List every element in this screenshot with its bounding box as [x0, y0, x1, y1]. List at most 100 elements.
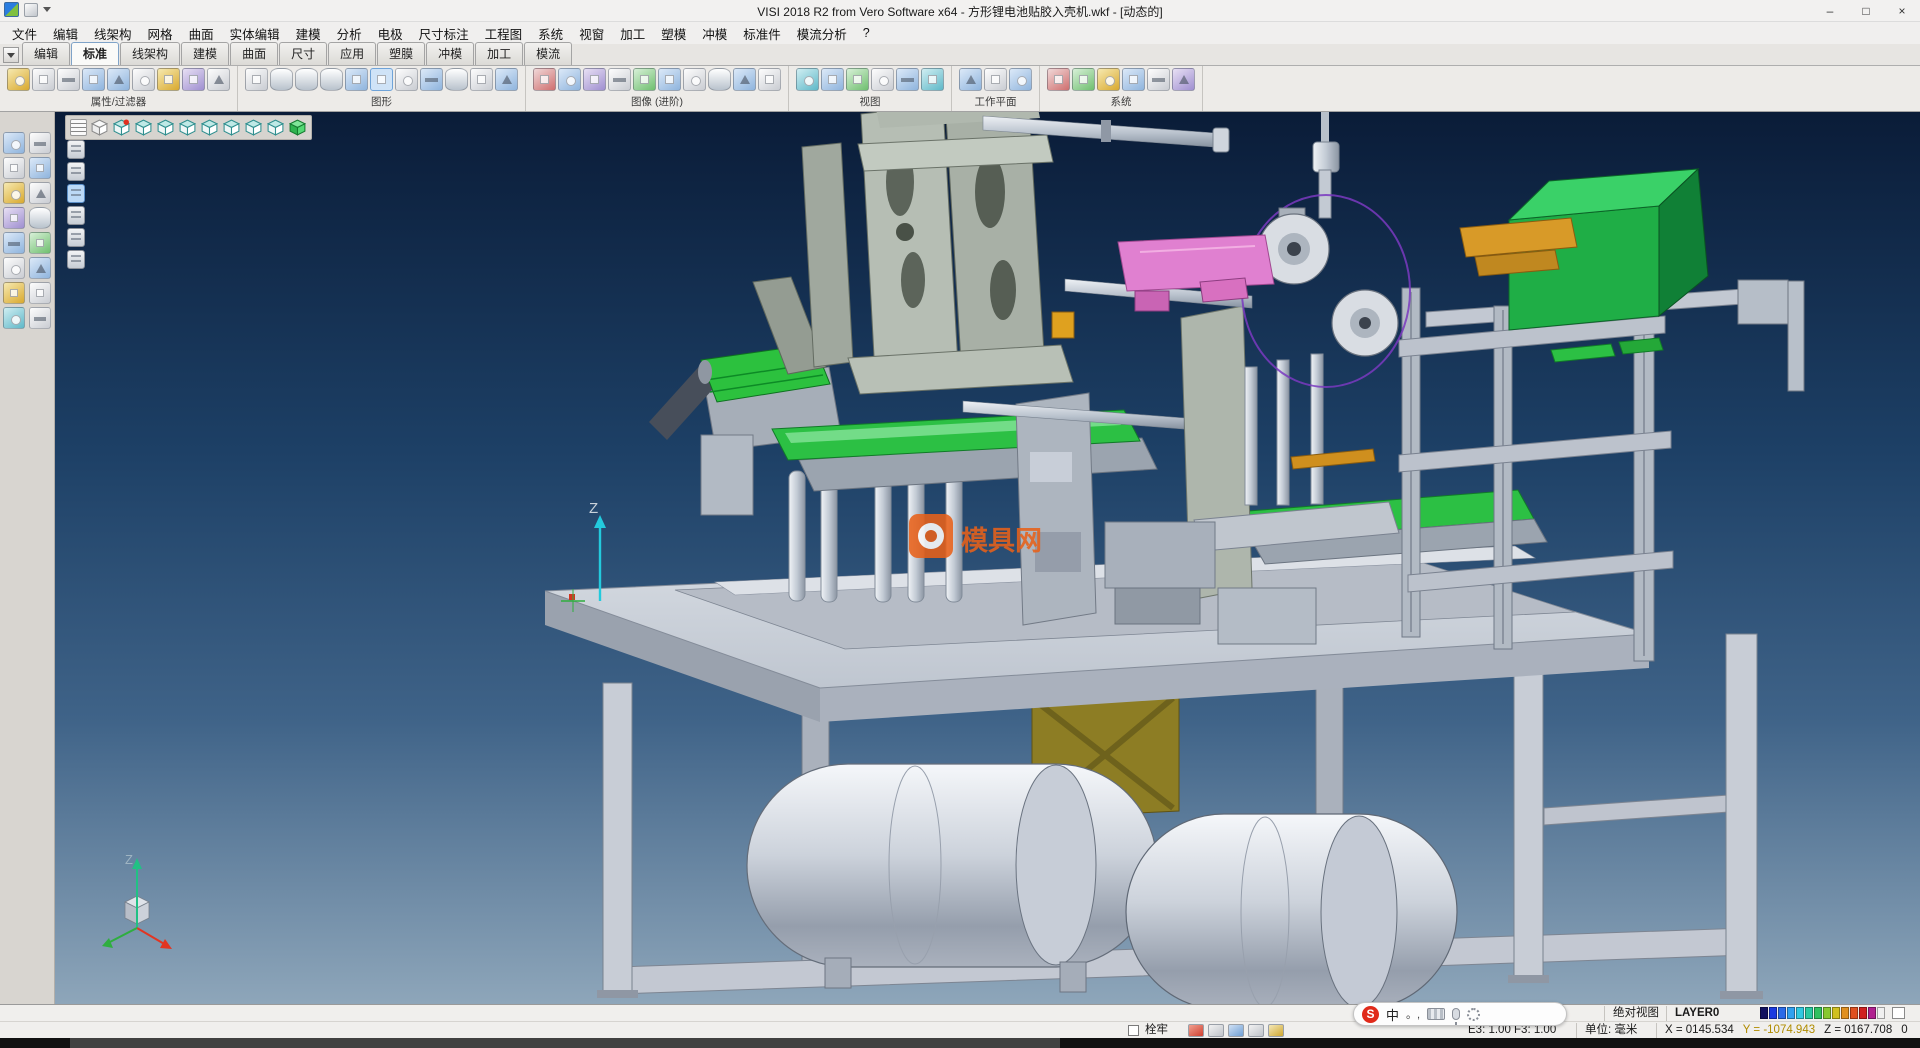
toolbar-icon-selected[interactable] — [370, 68, 393, 91]
toolbar-icon[interactable] — [658, 68, 681, 91]
filter-icon[interactable] — [107, 68, 130, 91]
sidebar-tool-icon[interactable] — [3, 157, 25, 179]
snap-icon[interactable] — [1228, 1024, 1244, 1037]
toolbar-icon[interactable] — [245, 68, 268, 91]
toolbar-icon[interactable] — [207, 68, 230, 91]
sidebar-tool-icon[interactable] — [3, 282, 25, 304]
lock-checkbox[interactable] — [1128, 1025, 1139, 1036]
tab-dimension[interactable]: 尺寸 — [279, 42, 327, 65]
color-swatch[interactable] — [1778, 1007, 1786, 1019]
tab-wireframe[interactable]: 线架构 — [120, 42, 180, 65]
menu-item-machining[interactable]: 加工 — [612, 22, 653, 45]
section-tool-icon[interactable] — [67, 250, 85, 269]
cylinder-icon[interactable] — [320, 68, 343, 91]
color-swatch[interactable] — [1832, 1007, 1840, 1019]
color-swatch[interactable] — [1796, 1007, 1804, 1019]
toolbar-icon[interactable] — [758, 68, 781, 91]
close-button[interactable]: × — [1884, 0, 1920, 22]
sidebar-tool-icon[interactable] — [29, 207, 51, 229]
tab-surface[interactable]: 曲面 — [230, 42, 278, 65]
toolbar-icon[interactable] — [1147, 68, 1170, 91]
toolbar-icon[interactable] — [896, 68, 919, 91]
view-cube-icon[interactable] — [244, 118, 263, 137]
cylinder-icon[interactable] — [295, 68, 318, 91]
ime-keyboard-icon[interactable] — [1427, 1008, 1445, 1020]
maximize-button[interactable]: □ — [1848, 0, 1884, 22]
sidebar-tool-icon[interactable] — [29, 307, 51, 329]
sidebar-tool-icon[interactable] — [3, 132, 25, 154]
ime-punctuation-icon[interactable]: 。, — [1406, 1006, 1420, 1022]
cylinder-icon[interactable] — [270, 68, 293, 91]
menu-item-help[interactable]: ? — [855, 24, 878, 42]
view-cube-icon[interactable] — [134, 118, 153, 137]
menu-item-mould[interactable]: 塑模 — [653, 22, 694, 45]
toolbar-icon[interactable] — [846, 68, 869, 91]
sidebar-tool-icon[interactable] — [29, 257, 51, 279]
color-swatch[interactable] — [1850, 1007, 1858, 1019]
tab-machining[interactable]: 加工 — [475, 42, 523, 65]
toolbar-icon[interactable] — [558, 68, 581, 91]
color-swatch[interactable] — [1859, 1007, 1867, 1019]
layer-status[interactable]: LAYER0 — [1666, 1006, 1719, 1021]
menu-item-progress[interactable]: 冲模 — [694, 22, 735, 45]
view-cube-icon[interactable] — [178, 118, 197, 137]
toolbar-icon[interactable] — [533, 68, 556, 91]
sogou-logo-icon[interactable]: S — [1362, 1006, 1379, 1023]
section-tool-icon[interactable] — [67, 162, 85, 181]
tab-modeling[interactable]: 建模 — [181, 42, 229, 65]
ime-language-icon[interactable]: 中 — [1386, 1005, 1399, 1024]
view-cube-icon[interactable] — [222, 118, 241, 137]
view-name-status[interactable]: 绝对视图 — [1604, 1006, 1659, 1021]
toolbar-icon[interactable] — [984, 68, 1007, 91]
tab-dropdown-button[interactable] — [3, 47, 19, 63]
menu-item-standard-parts[interactable]: 标准件 — [735, 22, 789, 45]
viewcube-menu-icon[interactable] — [70, 119, 87, 136]
sidebar-tool-icon[interactable] — [29, 182, 51, 204]
color-swatch[interactable] — [1760, 1007, 1768, 1019]
snap-icon[interactable] — [1248, 1024, 1264, 1037]
toolbar-icon[interactable] — [132, 68, 155, 91]
toolbar-icon[interactable] — [82, 68, 105, 91]
eye-icon[interactable] — [871, 68, 894, 91]
ime-settings-icon[interactable] — [1467, 1008, 1480, 1021]
tab-edit[interactable]: 编辑 — [22, 42, 70, 65]
sidebar-tool-icon[interactable] — [29, 282, 51, 304]
toolbar-icon[interactable] — [1047, 68, 1070, 91]
tab-flow[interactable]: 模流 — [524, 42, 572, 65]
toolbar-icon[interactable] — [420, 68, 443, 91]
toolbar-icon[interactable] — [921, 68, 944, 91]
snap-icon[interactable] — [1188, 1024, 1204, 1037]
view-cube-icon[interactable] — [266, 118, 285, 137]
toolbar-icon[interactable] — [1072, 68, 1095, 91]
toolbar-icon[interactable] — [1122, 68, 1145, 91]
menu-item-window[interactable]: 视窗 — [571, 22, 612, 45]
3d-viewport[interactable]: Z Z 模具网 — [55, 112, 1920, 1004]
section-tool-icon[interactable] — [67, 140, 85, 159]
color-swatch[interactable] — [1841, 1007, 1849, 1019]
toolbar-icon[interactable] — [32, 68, 55, 91]
view-cube-icon-top[interactable] — [90, 118, 109, 137]
toolbar-icon[interactable] — [57, 68, 80, 91]
color-swatch[interactable] — [1868, 1007, 1876, 1019]
section-tool-icon-active[interactable] — [67, 184, 85, 203]
view-cube-icon[interactable] — [156, 118, 175, 137]
color-swatch[interactable] — [1805, 1007, 1813, 1019]
toolbar-icon[interactable] — [1172, 68, 1195, 91]
color-swatch[interactable] — [1877, 1007, 1885, 1019]
view-cube-icon-iso-green[interactable] — [288, 118, 307, 137]
section-tool-icon[interactable] — [67, 206, 85, 225]
toolbar-icon[interactable] — [182, 68, 205, 91]
view-cube-icon[interactable] — [200, 118, 219, 137]
view-cube-icon[interactable] — [112, 118, 131, 137]
toolbar-icon[interactable] — [1097, 68, 1120, 91]
snap-icon[interactable] — [1208, 1024, 1224, 1037]
tab-standard[interactable]: 标准 — [71, 42, 119, 65]
minimize-button[interactable]: – — [1812, 0, 1848, 22]
color-swatch[interactable] — [1814, 1007, 1822, 1019]
toolbar-icon[interactable] — [683, 68, 706, 91]
snap-icon[interactable] — [1268, 1024, 1284, 1037]
tab-mould[interactable]: 塑膜 — [377, 42, 425, 65]
toolbar-icon[interactable] — [157, 68, 180, 91]
toolbar-icon[interactable] — [345, 68, 368, 91]
toolbar-icon[interactable] — [470, 68, 493, 91]
